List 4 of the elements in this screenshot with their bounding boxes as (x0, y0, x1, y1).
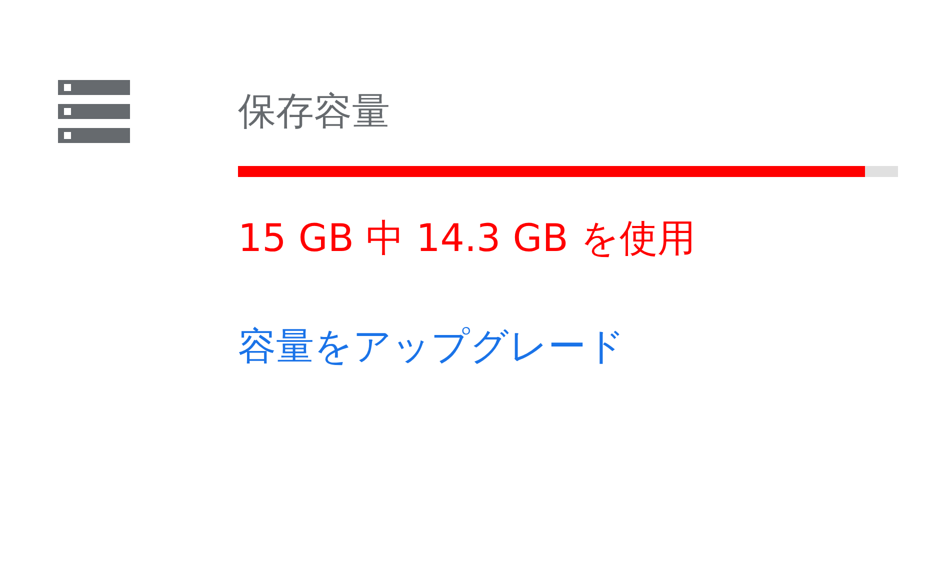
storage-icon (58, 80, 130, 143)
storage-usage-text: 15 GB 中 14.3 GB を使用 (238, 215, 696, 262)
storage-title: 保存容量 (238, 88, 390, 135)
upgrade-storage-link[interactable]: 容量をアップグレード (238, 321, 625, 371)
